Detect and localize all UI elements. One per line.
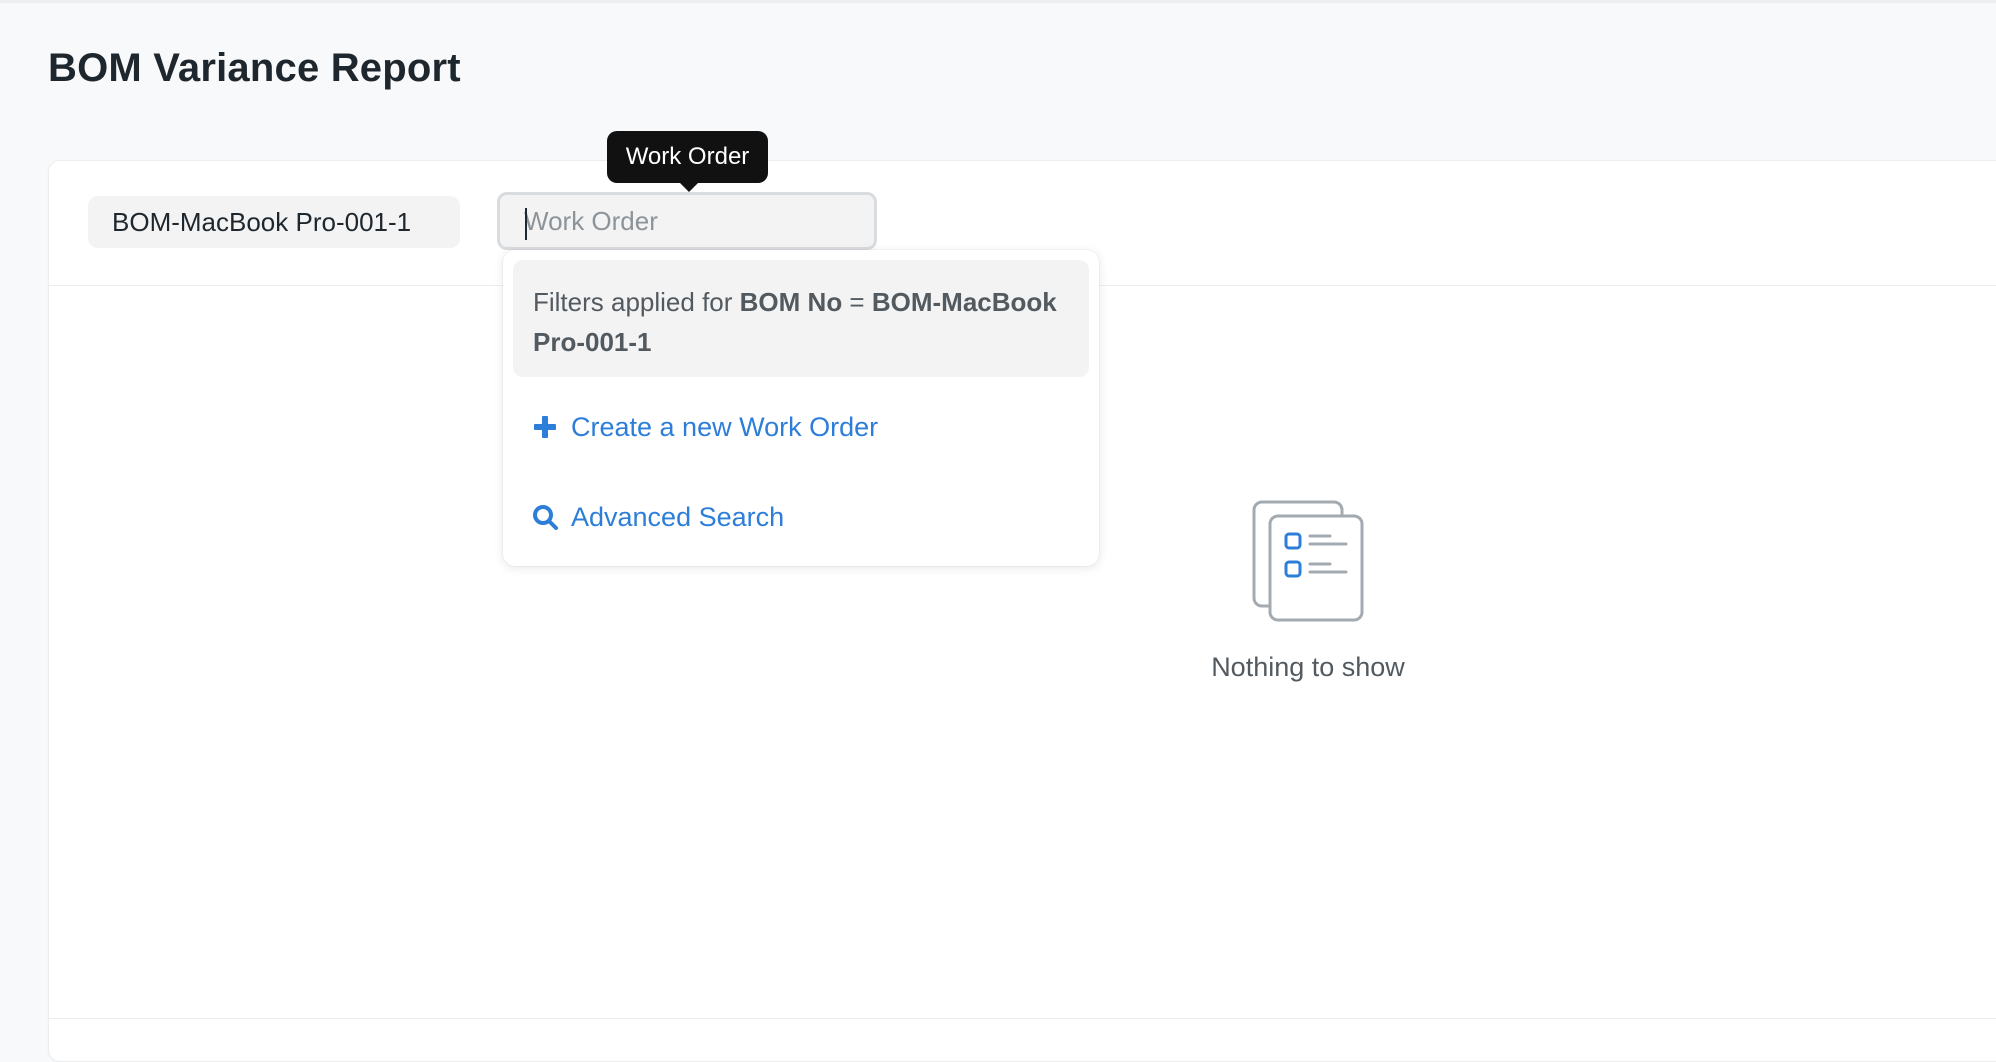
- tooltip-arrow: [680, 183, 698, 192]
- empty-state-message: Nothing to show: [1211, 652, 1405, 682]
- advanced-search-label: Advanced Search: [571, 501, 785, 532]
- filter-field: BOM No: [739, 287, 843, 317]
- bom-no-filter[interactable]: BOM-MacBook Pro-001-1: [88, 196, 460, 248]
- page-title: BOM Variance Report: [48, 46, 461, 90]
- top-divider: [0, 0, 1996, 3]
- advanced-search-option[interactable]: Advanced Search: [503, 487, 1099, 547]
- card-footer-divider: [48, 1018, 1996, 1019]
- create-work-order-label: Create a new Work Order: [571, 411, 879, 442]
- plus-icon: [531, 413, 559, 441]
- create-work-order-option[interactable]: Create a new Work Order: [503, 397, 1099, 457]
- filter-prefix: Filters applied for: [533, 287, 740, 317]
- filter-operator: =: [842, 287, 872, 317]
- work-order-input[interactable]: [497, 192, 877, 250]
- search-icon: [531, 503, 559, 531]
- work-order-tooltip: Work Order: [607, 131, 768, 183]
- empty-list-icon: [1250, 498, 1368, 624]
- text-caret: [525, 208, 527, 240]
- filter-applied-note: Filters applied for BOM No = BOM-MacBook…: [513, 260, 1089, 377]
